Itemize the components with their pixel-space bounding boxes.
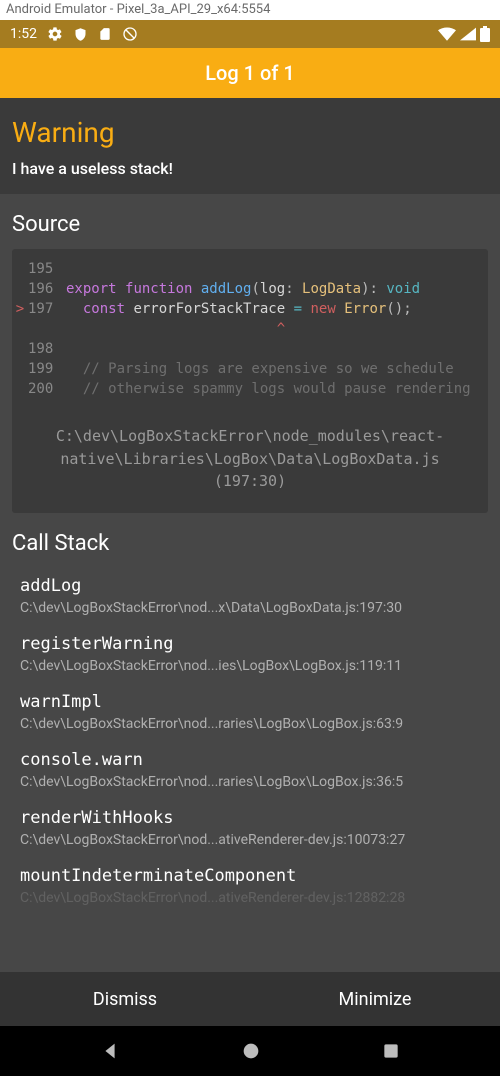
dismiss-button[interactable]: Dismiss (0, 972, 250, 1026)
stack-function: addLog (20, 576, 480, 596)
signal-icon (460, 27, 476, 41)
back-icon[interactable] (99, 1040, 121, 1062)
shield-icon (73, 27, 88, 42)
wifi-icon (438, 27, 456, 41)
android-nav-bar (0, 1026, 500, 1076)
log-header: Log 1 of 1 (0, 48, 500, 98)
stack-function: registerWarning (20, 634, 480, 654)
no-sim-icon (122, 26, 138, 42)
call-stack-list[interactable]: addLog C:\dev\LogBoxStackError\nod...x\D… (0, 568, 500, 973)
stack-frame[interactable]: addLog C:\dev\LogBoxStackError\nod...x\D… (12, 568, 488, 626)
stack-path: C:\dev\LogBoxStackError\nod...raries\Log… (20, 774, 480, 790)
callstack-section-title: Call Stack (0, 513, 500, 568)
current-line-mark: > (12, 301, 28, 317)
stack-function: console.warn (20, 750, 480, 770)
stack-path: C:\dev\LogBoxStackError\nod...raries\Log… (20, 716, 480, 732)
line-number: 198 (28, 341, 66, 357)
battery-icon (480, 26, 490, 42)
line-number: 200 (28, 381, 66, 397)
error-caret: ^ (66, 321, 488, 337)
recents-icon[interactable] (381, 1041, 401, 1061)
source-file-path: C:\dev\LogBoxStackError\node_modules\rea… (12, 409, 488, 513)
stack-frame[interactable]: renderWithHooks C:\dev\LogBoxStackError\… (12, 800, 488, 858)
stack-function: mountIndeterminateComponent (20, 866, 480, 886)
action-bar: Dismiss Minimize (0, 972, 500, 1026)
stack-frame[interactable]: mountIndeterminateComponent C:\dev\LogBo… (12, 858, 488, 916)
log-content[interactable]: Warning I have a useless stack! Source 1… (0, 98, 500, 972)
stack-path: C:\dev\LogBoxStackError\nod...ativeRende… (20, 832, 480, 848)
home-icon[interactable] (240, 1040, 262, 1062)
warning-title: Warning (12, 116, 488, 149)
line-number: 197 (28, 301, 66, 317)
source-section-title: Source (0, 194, 500, 249)
stack-frame[interactable]: registerWarning C:\dev\LogBoxStackError\… (12, 626, 488, 684)
gear-icon (47, 26, 63, 42)
log-counter: Log 1 of 1 (205, 61, 295, 85)
stack-path: C:\dev\LogBoxStackError\nod...ies\LogBox… (20, 658, 480, 674)
line-number: 195 (28, 261, 66, 277)
emulator-window-title: Android Emulator - Pixel_3a_API_29_x64:5… (0, 0, 500, 20)
stack-frame[interactable]: console.warn C:\dev\LogBoxStackError\nod… (12, 742, 488, 800)
stack-function: warnImpl (20, 692, 480, 712)
device-frame: 1:52 Log 1 of (0, 20, 500, 1076)
warning-section: Warning I have a useless stack! (0, 98, 500, 194)
status-time: 1:52 (10, 26, 37, 42)
stack-frame[interactable]: warnImpl C:\dev\LogBoxStackError\nod...r… (12, 684, 488, 742)
warning-message: I have a useless stack! (12, 159, 488, 178)
stack-function: renderWithHooks (20, 808, 480, 828)
stack-path: C:\dev\LogBoxStackError\nod...x\Data\Log… (20, 600, 480, 616)
line-number: 196 (28, 281, 66, 297)
sd-card-icon (98, 27, 112, 41)
line-number: 199 (28, 361, 66, 377)
minimize-button[interactable]: Minimize (250, 972, 500, 1026)
stack-path: C:\dev\LogBoxStackError\nod...ativeRende… (20, 890, 480, 906)
android-status-bar: 1:52 (0, 20, 500, 48)
source-code-block: 195 196export function addLog(log: LogDa… (12, 249, 488, 513)
